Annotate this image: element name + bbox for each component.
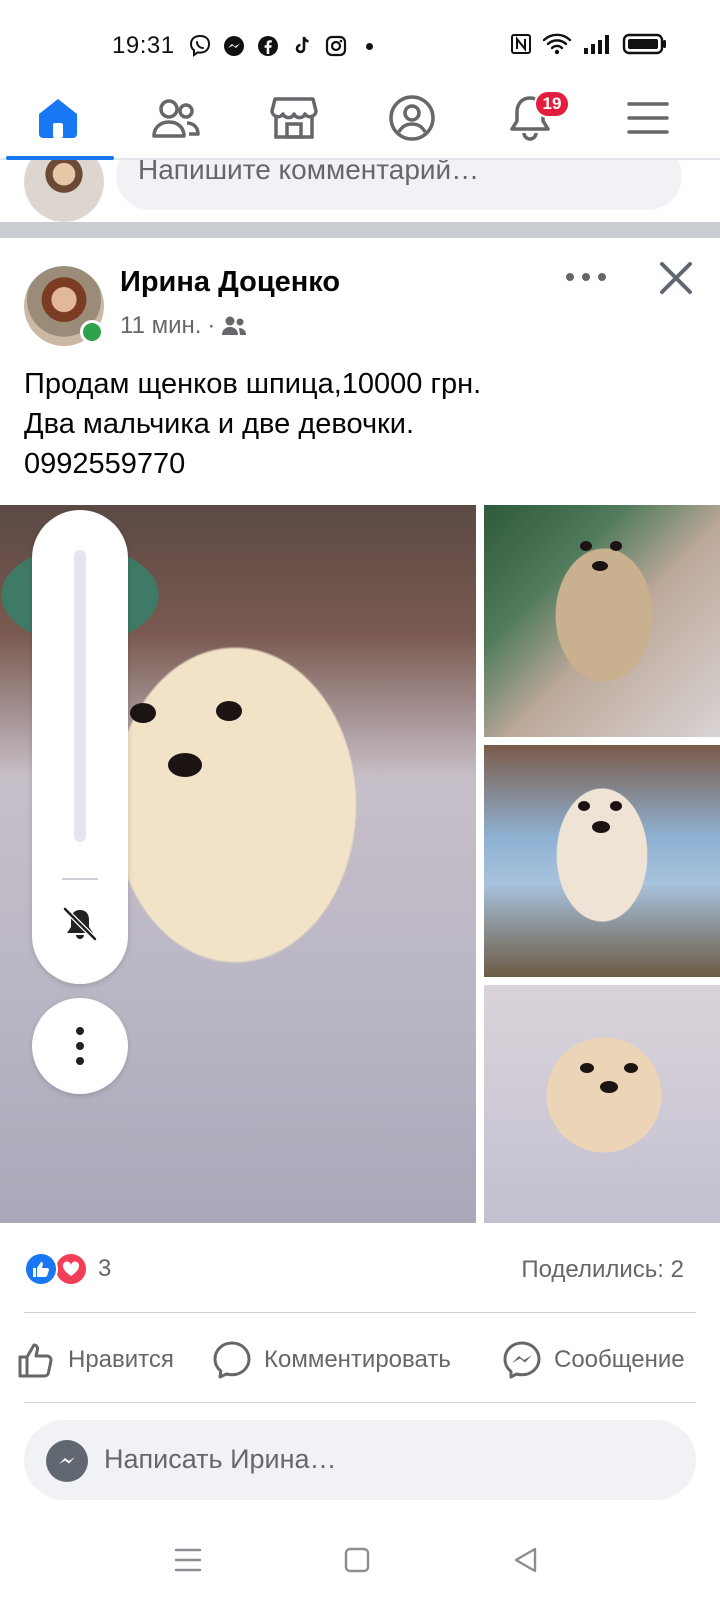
thumbs-up-icon <box>18 1343 53 1378</box>
tiktok-icon <box>290 34 314 58</box>
puppy-nose <box>600 1081 618 1093</box>
reactions-divider <box>24 1312 696 1313</box>
signal-icon <box>582 32 612 61</box>
nav-marketplace[interactable] <box>264 90 324 146</box>
profile-icon <box>389 95 435 141</box>
post-photo-3[interactable] <box>484 745 720 977</box>
status-system-icons <box>510 32 668 61</box>
comment-bubble-icon <box>213 1341 251 1379</box>
back-system-button[interactable] <box>505 1540 545 1580</box>
vertical-dots-icon <box>76 1027 84 1065</box>
status-time: 19:31 <box>112 32 175 59</box>
more-dots-icon <box>566 273 606 281</box>
square-home-icon <box>344 1547 370 1573</box>
send-message-button[interactable]: Сообщение <box>502 1338 685 1382</box>
nfc-icon <box>510 33 532 60</box>
like-button[interactable]: Нравится <box>16 1338 174 1382</box>
instagram-icon <box>324 34 348 58</box>
puppy-eye <box>216 701 242 721</box>
puppy-eye <box>610 801 622 811</box>
previous-post-comment-row: Напишите комментарий… <box>0 160 720 222</box>
close-icon <box>660 262 692 294</box>
hide-post-button[interactable] <box>656 258 696 298</box>
puppy-nose <box>592 561 608 571</box>
post-text-line[interactable]: 0992559770 <box>24 444 704 484</box>
puppy-eye <box>130 703 156 723</box>
puppy-nose <box>168 753 202 777</box>
love-reaction-icon <box>54 1252 88 1286</box>
post-text-line: Продам щенков шпица,10000 грн. <box>24 368 482 400</box>
notifications-badge: 19 <box>534 90 570 118</box>
nav-friends[interactable] <box>146 90 206 146</box>
puppy-eye <box>580 541 592 551</box>
like-label: Нравится <box>68 1346 174 1373</box>
system-navigation-bar <box>0 1530 720 1600</box>
more-notifications-dot <box>366 42 373 50</box>
volume-slider[interactable] <box>74 550 86 842</box>
post-meta: 11 мин. · <box>120 312 247 340</box>
viber-icon <box>188 34 212 58</box>
post-photo-2[interactable] <box>484 505 720 737</box>
post-time[interactable]: 11 мин. <box>120 312 201 340</box>
top-nav: 19 <box>0 82 720 160</box>
messenger-icon <box>503 1341 541 1379</box>
recent-apps-button[interactable] <box>168 1540 208 1580</box>
volume-more-button[interactable] <box>32 998 128 1094</box>
back-triangle-icon <box>514 1547 537 1573</box>
muted-bell-icon <box>63 907 97 941</box>
post-text: Продам щенков шпица,10000 грн. Два мальч… <box>24 364 704 484</box>
meta-separator: · <box>207 312 216 339</box>
recents-lines-icon <box>174 1548 202 1572</box>
my-avatar <box>24 160 104 222</box>
shares-count[interactable]: Поделились: 2 <box>521 1256 684 1284</box>
message-label: Сообщение <box>554 1346 685 1373</box>
actions-divider <box>24 1402 696 1403</box>
wifi-icon <box>542 32 572 61</box>
comment-placeholder: Напишите комментарий… <box>138 160 480 185</box>
puppy-eye <box>610 541 622 551</box>
comment-label: Комментировать <box>264 1346 451 1373</box>
comment-button[interactable]: Комментировать <box>212 1338 451 1382</box>
mute-toggle[interactable] <box>60 904 100 944</box>
online-status-dot <box>80 320 104 344</box>
nav-notifications[interactable]: 19 <box>500 90 570 146</box>
message-placeholder: Написать Ирина… <box>104 1444 337 1474</box>
nav-menu[interactable] <box>618 90 678 146</box>
messenger-icon <box>46 1440 88 1482</box>
post-text-line: Два мальчика и две девочки. <box>24 408 414 440</box>
nav-home[interactable] <box>28 90 88 146</box>
message-author-input[interactable]: Написать Ирина… <box>24 1420 696 1500</box>
puppy-nose <box>592 821 610 833</box>
status-bar: 19:31 <box>0 0 720 80</box>
like-reaction-icon <box>24 1252 58 1286</box>
home-system-button[interactable] <box>337 1540 377 1580</box>
status-app-icons <box>188 34 373 58</box>
post-photo-4[interactable] <box>484 985 720 1223</box>
friends-icon <box>152 99 200 138</box>
marketplace-icon <box>270 97 318 139</box>
post-options-button[interactable] <box>560 262 612 292</box>
friends-audience-icon <box>222 316 247 335</box>
puppy-eye <box>580 1063 594 1073</box>
nav-profile[interactable] <box>382 90 442 146</box>
home-icon <box>39 99 77 138</box>
volume-panel <box>32 510 128 984</box>
reactions-summary[interactable]: 3 <box>24 1252 111 1286</box>
author-name[interactable]: Ирина Доценко <box>120 266 340 299</box>
battery-icon <box>622 32 668 61</box>
messenger-icon <box>222 34 246 58</box>
facebook-icon <box>256 34 280 58</box>
hamburger-icon <box>627 102 669 134</box>
puppy-eye <box>624 1063 638 1073</box>
previous-comment-input[interactable]: Напишите комментарий… <box>116 160 682 210</box>
feed-separator <box>0 222 720 238</box>
volume-divider <box>62 878 98 880</box>
puppy-eye <box>578 801 590 811</box>
reactions-count: 3 <box>98 1255 112 1282</box>
